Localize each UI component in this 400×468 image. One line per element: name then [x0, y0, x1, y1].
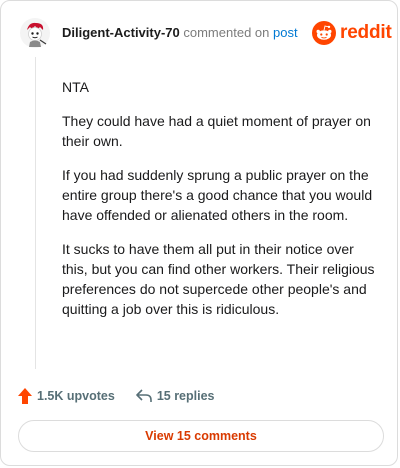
thread-line: [35, 57, 36, 369]
post-link[interactable]: post: [273, 25, 298, 40]
avatar[interactable]: [20, 18, 50, 48]
comment-card: Diligent-Activity-70 commented on post r…: [0, 0, 398, 466]
comment-body: NTA They could have had a quiet moment o…: [62, 77, 382, 333]
upvote-button[interactable]: 1.5K upvotes: [18, 388, 115, 404]
replies-count: 15 replies: [156, 389, 215, 403]
reddit-logo[interactable]: reddit: [312, 20, 392, 46]
brand-wordmark: reddit: [340, 22, 392, 43]
upvote-arrow-icon: [18, 388, 32, 404]
view-comments-button[interactable]: View 15 comments: [18, 420, 384, 452]
reply-arrow-icon: [136, 389, 152, 402]
username-link[interactable]: Diligent-Activity-70: [62, 25, 180, 40]
comment-paragraph: NTA: [62, 79, 89, 95]
comment-header: Diligent-Activity-70 commented on post: [62, 25, 298, 40]
comment-paragraph: If you had suddenly sprung a public pray…: [62, 167, 373, 223]
upvote-count: 1.5K upvotes: [37, 389, 115, 403]
replies-button[interactable]: 15 replies: [136, 389, 215, 403]
reddit-logo-icon: [312, 21, 336, 45]
comment-actions: 1.5K upvotes 15 replies: [18, 386, 215, 406]
comment-paragraph: They could have had a quiet moment of pr…: [62, 113, 371, 149]
comment-paragraph: It sucks to have them all put in their n…: [62, 241, 375, 317]
commented-on-label: commented on: [183, 25, 270, 40]
